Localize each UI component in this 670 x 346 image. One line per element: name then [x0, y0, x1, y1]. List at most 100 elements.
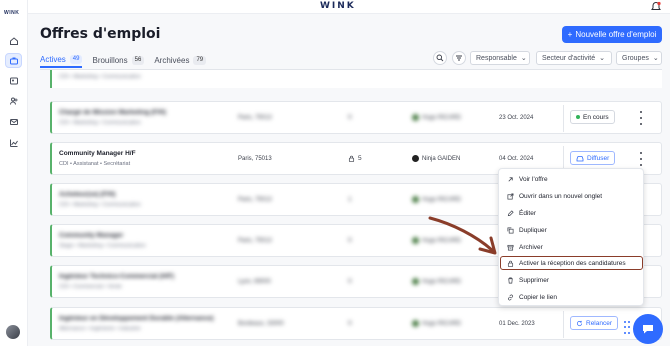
job-title: Acheteur(se) (F/H): [59, 191, 116, 198]
tab-count: 49: [69, 54, 83, 64]
menu-item-duplicate[interactable]: Dupliquer: [505, 223, 641, 237]
home-icon: [9, 36, 18, 45]
sidebar-logo: WINK: [4, 10, 20, 16]
tab-brouillons[interactable]: Brouillons 56: [92, 52, 145, 68]
table-row[interactable]: Chargé de Mission Marketing (F/H) CDI • …: [50, 101, 662, 134]
divider: [563, 311, 564, 338]
job-title: Ingénieur en Développement Durable (Alte…: [59, 315, 214, 322]
job-location: Lyon, 69000: [238, 279, 271, 285]
copy-icon: [507, 227, 514, 233]
relancer-button[interactable]: Relancer: [570, 316, 619, 330]
bell-icon[interactable]: [650, 1, 662, 13]
menu-item-new-tab[interactable]: Ouvrir dans un nouvel onglet: [505, 189, 641, 203]
menu-item-activate-applications[interactable]: Activer la réception des candidatures: [500, 256, 643, 270]
sidebar-item-home[interactable]: [5, 33, 22, 48]
chevron-down-icon: ⌄: [652, 55, 659, 62]
diffuser-button[interactable]: Diffuser: [570, 151, 616, 165]
new-job-button[interactable]: + Nouvelle offre d'emploi: [562, 26, 662, 43]
tabs: Actives 49 Brouillons 56 Archivées 79: [40, 52, 207, 68]
users-icon: [9, 97, 17, 105]
menu-item-copy-link[interactable]: Copier le lien: [505, 290, 641, 304]
external-link-icon: [508, 176, 513, 182]
job-date: 04 Oct. 2024: [499, 156, 534, 162]
tab-archivees[interactable]: Archivées 79: [154, 52, 207, 68]
row-subtitle: CDI • Marketing • Communication: [59, 74, 141, 80]
new-job-label: Nouvelle offre d'emploi: [575, 30, 657, 39]
candidate-count: 0: [348, 278, 352, 285]
candidate-count: 0: [348, 237, 352, 244]
lock-icon: [507, 260, 514, 267]
job-subtitle: CDI • Marketing • Communication: [59, 202, 141, 208]
menu-item-delete[interactable]: Supprimer: [505, 273, 641, 287]
job-subtitle: Alternance • Ingénierie • Industrie: [59, 326, 141, 332]
mail-icon: [9, 118, 18, 125]
search-button[interactable]: [433, 51, 447, 65]
apps-grid-icon[interactable]: [624, 321, 630, 335]
tab-label: Brouillons: [92, 55, 128, 65]
candidate-count: 1: [348, 196, 352, 203]
filter-lines-icon: [456, 55, 462, 61]
avatar[interactable]: [6, 325, 20, 339]
refresh-icon: [576, 320, 583, 326]
sidebar-item-team[interactable]: [5, 93, 22, 108]
sidebar: WINK: [0, 0, 28, 346]
chat-button[interactable]: [633, 314, 663, 344]
filter-button[interactable]: [452, 51, 466, 65]
tab-label: Actives: [40, 54, 66, 64]
job-location: Paris, 75013: [238, 156, 272, 162]
row-menu-button[interactable]: [638, 111, 644, 125]
candidate-count: 0: [348, 320, 352, 327]
menu-item-archive[interactable]: Archiver: [505, 240, 641, 254]
sidebar-item-messages[interactable]: [5, 114, 22, 129]
job-subtitle: CDI • Marketing • Communication: [59, 120, 141, 126]
job-title: Ingénieur Technico-Commercial (H/F): [59, 273, 175, 280]
job-title: Community Manager H/F: [59, 150, 136, 157]
candidate-count: 5: [348, 155, 362, 162]
filter-label: Groupes: [622, 54, 649, 62]
briefcase-icon: [9, 57, 18, 64]
tab-count: 79: [193, 55, 207, 65]
top-bar: WINK: [0, 0, 670, 14]
archive-icon: [507, 244, 514, 250]
id-card-icon: [9, 77, 18, 84]
job-subtitle: Stage • Marketing • Communication: [59, 243, 146, 249]
job-location: Paris, 75013: [238, 197, 272, 203]
table-row[interactable]: Ingénieur en Développement Durable (Alte…: [50, 307, 662, 340]
sidebar-item-candidates[interactable]: [5, 73, 22, 88]
search-icon: [436, 54, 444, 62]
status-badge[interactable]: En cours: [570, 110, 615, 124]
lock-icon: [348, 155, 355, 162]
divider: [563, 105, 564, 132]
plus-icon: +: [567, 30, 573, 39]
responsable-filter[interactable]: Responsable ⌄: [470, 51, 530, 65]
annotation-arrow-icon: [428, 216, 497, 255]
chat-bubble-icon: [643, 325, 653, 334]
groupes-filter[interactable]: Groupes ⌄: [616, 51, 662, 65]
job-owner: Ninja GAIDEN: [412, 155, 460, 162]
menu-item-view[interactable]: Voir l'offre: [505, 172, 641, 186]
filter-label: Secteur d'activité: [542, 54, 596, 62]
job-title: Chargé de Mission Marketing (F/H): [59, 109, 166, 116]
pencil-icon: [507, 209, 514, 216]
candidate-count: 0: [348, 114, 352, 121]
menu-item-edit[interactable]: Éditer: [505, 206, 641, 220]
filter-label: Responsable: [476, 54, 517, 62]
secteur-filter[interactable]: Secteur d'activité ⌄: [536, 51, 612, 65]
job-location: Bordeaux, 33000: [238, 321, 284, 327]
link-icon: [508, 294, 513, 300]
chart-line-icon: [9, 139, 18, 147]
new-tab-icon: [507, 193, 514, 199]
brand-logo: WINK: [320, 1, 356, 11]
sidebar-item-stats[interactable]: [5, 135, 22, 150]
tab-actives[interactable]: Actives 49: [40, 52, 83, 68]
row-menu-button[interactable]: [638, 152, 644, 166]
job-owner: Hugo RICARD: [412, 196, 461, 203]
table-row[interactable]: CDI • Marketing • Communication: [50, 70, 662, 88]
job-owner: Hugo RICARD: [412, 320, 461, 327]
job-owner: Hugo RICARD: [412, 278, 461, 285]
sidebar-item-jobs[interactable]: [5, 53, 22, 68]
job-location: Paris, 75013: [238, 238, 272, 244]
row-context-menu: Voir l'offre Ouvrir dans un nouvel ongle…: [498, 168, 644, 306]
job-subtitle: CDI • Assistanat • Secrétariat: [59, 161, 131, 167]
chevron-down-icon: ⌄: [599, 55, 605, 62]
